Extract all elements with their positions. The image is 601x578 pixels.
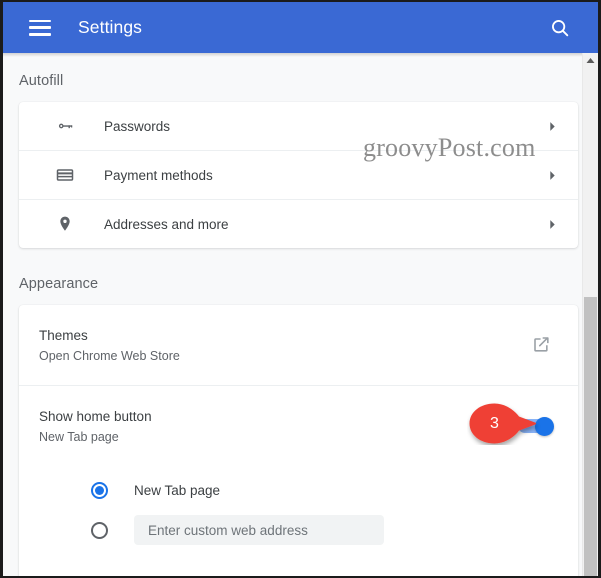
themes-subtitle: Open Chrome Web Store bbox=[39, 348, 180, 363]
radio-button-custom-address[interactable] bbox=[91, 521, 108, 539]
home-button-subtitle: New Tab page bbox=[39, 429, 119, 444]
autofill-card: Passwords Payment methods Addresses and … bbox=[19, 102, 578, 248]
settings-row-payment-methods[interactable]: Payment methods bbox=[19, 150, 578, 199]
scrollbar-thumb[interactable] bbox=[584, 297, 597, 576]
page-title: Settings bbox=[78, 17, 143, 37]
search-icon[interactable] bbox=[548, 16, 572, 40]
home-page-options-group: New Tab page bbox=[19, 466, 578, 568]
chevron-right-icon bbox=[546, 121, 558, 132]
radio-option-new-tab-page[interactable]: New Tab page bbox=[19, 470, 578, 510]
key-icon bbox=[53, 114, 77, 138]
settings-scroll-area[interactable]: Autofill Passwords Payment methods Addre… bbox=[3, 53, 598, 576]
external-link-icon[interactable] bbox=[531, 334, 553, 356]
callout-number: 3 bbox=[490, 414, 499, 432]
chevron-right-icon bbox=[546, 170, 558, 181]
section-header-appearance: Appearance bbox=[19, 276, 99, 292]
settings-row-label: Addresses and more bbox=[104, 216, 229, 232]
vertical-scrollbar[interactable] bbox=[582, 53, 598, 576]
home-button-text-block: Show home button New Tab page bbox=[39, 407, 518, 446]
chevron-right-icon bbox=[546, 219, 558, 230]
app-bar: Settings bbox=[3, 2, 598, 53]
location-pin-icon bbox=[53, 212, 77, 236]
hamburger-line bbox=[29, 19, 51, 23]
hamburger-line bbox=[29, 26, 51, 29]
scroll-up-arrow-icon[interactable] bbox=[583, 53, 598, 68]
radio-label-new-tab-page: New Tab page bbox=[134, 482, 221, 498]
settings-row-label: Passwords bbox=[104, 118, 171, 134]
settings-row-label: Payment methods bbox=[104, 167, 213, 183]
custom-web-address-input[interactable] bbox=[134, 515, 384, 545]
chrome-settings-window: Settings Autofill Passwords Payment meth… bbox=[0, 0, 601, 578]
hamburger-menu-icon[interactable] bbox=[29, 19, 51, 36]
settings-row-addresses[interactable]: Addresses and more bbox=[19, 199, 578, 248]
home-button-title: Show home button bbox=[39, 408, 152, 424]
themes-title: Themes bbox=[39, 327, 88, 343]
settings-row-themes[interactable]: Themes Open Chrome Web Store bbox=[19, 305, 578, 385]
credit-card-icon bbox=[53, 163, 77, 187]
settings-row-show-bookmarks-bar[interactable]: Show bookmarks bar bbox=[19, 568, 578, 576]
callout-badge-3: 3 bbox=[467, 402, 543, 445]
hamburger-line bbox=[29, 32, 51, 36]
section-header-autofill: Autofill bbox=[19, 73, 64, 89]
settings-row-passwords[interactable]: Passwords bbox=[19, 102, 578, 150]
radio-option-custom-address[interactable] bbox=[19, 510, 578, 550]
radio-button-new-tab-page[interactable] bbox=[91, 481, 108, 499]
themes-text-block: Themes Open Chrome Web Store bbox=[39, 326, 531, 365]
appbar-shadow bbox=[3, 53, 598, 57]
